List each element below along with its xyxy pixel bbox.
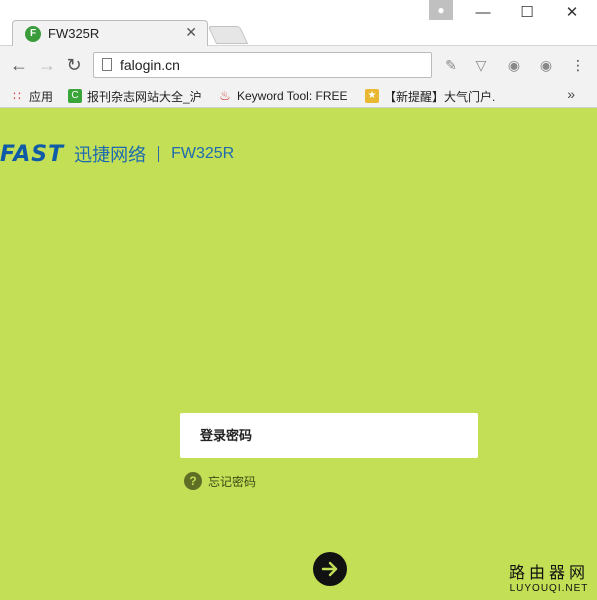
bookmark-label: Keyword Tool: FREE [237, 89, 348, 103]
address-bar[interactable]: falogin.cn [93, 52, 432, 78]
maximize-button[interactable]: ☐ [507, 2, 547, 24]
user-profile-button[interactable]: ● [429, 0, 453, 20]
bookmark-label: 报刊杂志网站大全_沪 [87, 89, 202, 104]
tab-close-icon[interactable]: ✕ [185, 24, 197, 41]
watermark-en: LUYOUQI.NET [509, 583, 589, 594]
login-arrow-button[interactable] [313, 552, 347, 586]
flame-icon: ♨ [219, 88, 231, 103]
bookmark-keyword-tool[interactable]: ♨ Keyword Tool: FREE [218, 87, 348, 105]
model-name: FW325R [171, 145, 235, 162]
fast-logo: FAST [0, 141, 65, 167]
forward-icon[interactable]: → [37, 55, 57, 75]
trophy-icon: ★ [365, 89, 379, 103]
url-text[interactable]: falogin.cn [120, 57, 180, 73]
bookmarks-bar: ∷ 应用 C 报刊杂志网站大全_沪 ♨ Keyword Tool: FREE ★… [0, 84, 597, 108]
header-divider [158, 146, 160, 162]
tab-favicon-icon: F [25, 26, 41, 42]
minimize-button[interactable]: — [463, 2, 503, 24]
extension-shield-icon[interactable]: ▽ [472, 56, 490, 74]
title-bar: F FW325R ✕ ● — ☐ ✕ [0, 0, 597, 47]
page-icon [102, 58, 112, 71]
brand-header: FAST 迅捷网络 FW325R [0, 141, 235, 167]
bookmark-newspapers[interactable]: C 报刊杂志网站大全_沪 [68, 87, 202, 105]
browser-toolbar: ← → ↻ falogin.cn ✎ ▽ ◉ ◉ ⋮ [0, 46, 597, 84]
watermark: 路由器网 LUYOUQI.NET [509, 559, 589, 594]
user-icon: ● [437, 3, 445, 17]
password-box [180, 413, 478, 458]
bookmark-apps[interactable]: ∷ 应用 [10, 87, 53, 105]
menu-icon[interactable]: ⋮ [569, 56, 587, 74]
brand-name: 迅捷网络 [74, 145, 147, 165]
new-tab-button[interactable] [207, 26, 249, 44]
question-icon: ? [184, 472, 202, 490]
reload-icon[interactable]: ↻ [64, 55, 84, 75]
bookmark-portal[interactable]: ★ 【新提醒】大气门户. [365, 87, 495, 105]
bookmark-label: 应用 [29, 89, 54, 104]
extension-circle-2-icon[interactable]: ◉ [537, 56, 555, 74]
extension-circle-icon[interactable]: ◉ [505, 56, 523, 74]
browser-tab[interactable]: F FW325R ✕ [12, 20, 208, 47]
apps-grid-icon: ∷ [13, 89, 21, 103]
router-login-page: FAST 迅捷网络 FW325R ? 忘记密码 [0, 108, 597, 600]
bookmark-label: 【新提醒】大气门户. [384, 89, 496, 104]
forgot-password-label: 忘记密码 [208, 474, 257, 489]
password-input[interactable] [180, 413, 478, 458]
watermark-cn: 路由器网 [508, 565, 589, 582]
tab-title: FW325R [48, 26, 100, 41]
green-c-icon: C [68, 89, 82, 103]
arrow-right-icon [321, 561, 338, 577]
close-window-button[interactable]: ✕ [552, 2, 592, 24]
forgot-password-link[interactable]: ? 忘记密码 [184, 471, 256, 491]
back-icon[interactable]: ← [9, 55, 29, 75]
extension-pen-icon[interactable]: ✎ [442, 56, 460, 74]
bookmarks-overflow-icon[interactable]: » [567, 86, 575, 102]
